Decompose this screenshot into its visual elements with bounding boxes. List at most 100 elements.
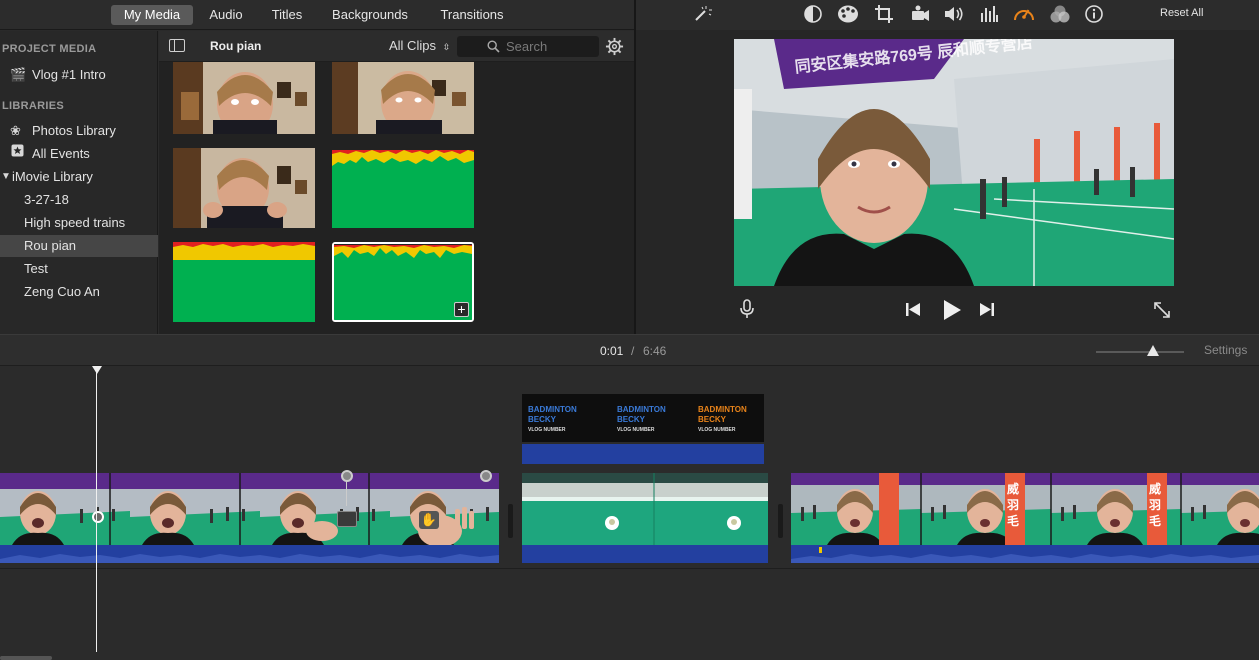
clip-gap-marker [778,504,783,538]
volume-icon[interactable] [944,5,964,28]
tab-my-media[interactable]: My Media [111,5,193,25]
libraries-heading: LIBRARIES [2,100,64,112]
sidebar-item-event[interactable]: Zeng Cuo An [0,281,158,303]
sidebar-item-label: Vlog #1 Intro [32,67,106,82]
media-browser-tabbar: My Media Audio Titles Backgrounds Transi… [0,0,634,30]
title-card-subtext: VLOG NUMBER [617,427,655,433]
clip-thumbnail[interactable] [173,62,315,134]
sidebar-item-label: Rou pian [24,238,77,253]
title-card-text: BADMINTON BECKY [528,405,577,424]
horizontal-scrollbar[interactable] [0,656,52,660]
clip-thumbnail[interactable] [173,148,315,228]
banner-glyphs: 威羽毛 [1007,482,1020,528]
video-clip[interactable]: 威羽毛 威羽毛 [791,473,1259,563]
current-time: 0:01 [600,344,624,358]
clip-gap-marker [508,504,513,538]
project-media-heading: PROJECT MEDIA [2,43,97,55]
reset-all-button[interactable]: Reset All [1160,7,1203,19]
audio-clip-thumbnail[interactable] [173,242,315,322]
tab-titles[interactable]: Titles [262,5,312,25]
adjustments-toolbar: Reset All [636,0,1259,30]
sidebar-item-label: Photos Library [32,123,116,138]
title-card: BADMINTON BECKY VLOG NUMBER [528,405,577,435]
sidebar-item-label: Zeng Cuo An [24,284,100,299]
title-card-text: BADMINTON BECKY [617,405,666,424]
title-card: BADMINTON BECKY VLOG NUMBER [617,405,666,435]
tab-backgrounds[interactable]: Backgrounds [325,5,415,25]
camera-effect-icon[interactable] [337,511,357,527]
skip-forward-icon[interactable] [980,303,994,321]
updown-chevron-icon: ⇳ [442,42,451,52]
zoom-slider[interactable] [1096,345,1184,356]
equalizer-icon[interactable] [980,5,998,28]
timeline-settings-button[interactable]: Settings [1204,343,1247,357]
time-separator: / [631,344,635,358]
hand-icon[interactable]: ✋ [419,511,439,529]
filter-label: All Clips [389,38,436,53]
magic-wand-icon[interactable] [692,4,712,29]
add-to-timeline-icon[interactable]: + [454,302,469,317]
stabilization-icon[interactable] [910,5,930,28]
microphone-icon[interactable] [740,299,754,324]
sidebar-item-event[interactable]: 3-27-18 [0,189,158,211]
sidebar-item-all-events[interactable]: All Events [0,143,158,165]
color-balance-icon[interactable] [804,5,822,28]
video-preview: 同安区集安路769号 辰和顺专营店 [734,39,1174,286]
transition-handle-icon[interactable] [480,470,492,482]
playhead[interactable] [96,370,97,652]
library-sidebar: PROJECT MEDIA 🎬 Vlog #1 Intro LIBRARIES … [0,31,158,334]
title-card-subtext: VLOG NUMBER [698,427,736,433]
tab-transitions[interactable]: Transitions [432,5,512,25]
search-placeholder: Search [506,39,548,54]
total-time: 6:46 [643,344,667,358]
clip-filter-icon[interactable] [1050,5,1070,28]
clip-grid: + [159,62,634,334]
audio-clip-thumbnail[interactable] [332,148,474,228]
play-icon[interactable] [942,300,962,325]
title-card-frames: BADMINTON BECKY VLOG NUMBER BADMINTON BEC… [522,394,764,442]
disclosure-triangle-icon[interactable]: ▼ [1,166,11,188]
speed-icon[interactable] [1013,4,1035,29]
sidebar-item-event-selected[interactable]: Rou pian [0,235,158,257]
crop-icon[interactable] [874,4,894,29]
viewer-panel: 同安区集安路769号 辰和顺专营店 [636,30,1259,334]
sidebar-item-label: iMovie Library [12,169,93,184]
clapper-icon: 🎬 [10,67,27,82]
audio-waveform [0,545,499,563]
audio-clip-thumbnail-selected[interactable]: + [332,242,474,322]
keyframe-marker-icon[interactable] [92,511,104,523]
fullscreen-icon[interactable] [1153,301,1171,324]
sidebar-item-photos-library[interactable]: ❀ Photos Library [0,120,158,142]
playhead-handle-icon[interactable] [92,366,102,374]
search-field[interactable]: Search [457,36,599,57]
title-card: BADMINTON BECKY VLOG NUMBER [698,405,747,435]
sidebar-item-label: Test [24,261,48,276]
sidebar-item-project[interactable]: 🎬 Vlog #1 Intro [0,64,158,86]
clip-filter-dropdown[interactable]: All Clips ⇳ [389,38,450,53]
color-correction-icon[interactable] [837,4,859,29]
sidebar-item-imovie-library[interactable]: ▼ iMovie Library [0,166,158,188]
sidebar-item-event[interactable]: Test [0,258,158,280]
audio-waveform [522,545,768,563]
video-clip[interactable]: ✋ [0,473,499,563]
sidebar-item-event[interactable]: High speed trains [0,212,158,234]
clip-thumbnail[interactable] [332,62,474,134]
info-icon[interactable] [1085,5,1103,28]
sidebar-item-label: All Events [32,146,90,161]
title-clip-bar [522,444,764,464]
event-title: Rou pian [210,39,262,53]
zoom-slider-knob[interactable] [1147,345,1160,356]
tab-audio[interactable]: Audio [200,5,252,25]
browser-header: Rou pian All Clips ⇳ Search [159,31,634,62]
sidebar-toggle-icon[interactable] [169,39,185,57]
gear-icon[interactable] [605,37,624,61]
title-clip[interactable]: BADMINTON BECKY VLOG NUMBER BADMINTON BEC… [522,394,764,464]
timeline-divider [0,568,1259,569]
sidebar-item-label: High speed trains [24,215,126,230]
transition-handle-line [346,480,347,506]
court-clip[interactable] [522,473,768,563]
skip-back-icon[interactable] [906,303,920,321]
transition-handle-icon[interactable] [341,470,353,482]
banner-glyphs: 威羽毛 [1149,482,1162,528]
title-card-subtext: VLOG NUMBER [528,427,566,433]
